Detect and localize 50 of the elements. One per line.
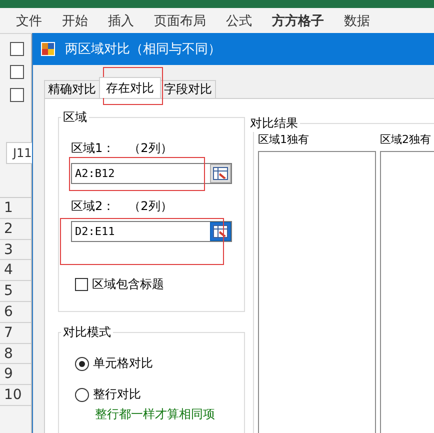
result-list[interactable] [258,151,376,433]
name-box[interactable]: J11 [6,142,34,164]
row-number: 4 [0,260,31,282]
radio-button[interactable] [75,356,89,370]
group-title: 对比模式 [62,324,112,341]
row-number: 10 [0,385,31,406]
range-picker-icon [213,225,228,238]
ribbon-tab[interactable]: 数据 [334,12,380,30]
radio-label: 整行对比 [93,386,141,403]
ribbon-tab[interactable]: 方方格子 [262,12,334,30]
range-picker-button[interactable] [210,222,231,241]
app-icon [41,42,55,56]
row-number: 8 [0,344,31,364]
row-number: 2 [0,218,31,240]
list-label: 区域1独有 [258,132,310,147]
tab[interactable]: 存在对比 [99,77,161,98]
checkbox[interactable] [10,65,24,79]
ribbon-tab[interactable]: 公式 [216,12,262,30]
group-title: 区域 [62,109,88,126]
checkbox[interactable] [10,42,24,56]
ribbon-tab[interactable]: 页面布局 [144,12,216,30]
column-count: （2列） [128,198,172,215]
group-title: 对比结果 [249,115,299,132]
radio-button[interactable] [75,388,89,402]
row-number: 7 [0,322,31,344]
tab[interactable]: 精确对比 [44,80,100,98]
range-picker-button[interactable] [210,164,231,183]
checkbox-label: 区域包含标题 [92,276,164,293]
tab[interactable]: 字段对比 [160,80,216,98]
ribbon-tab[interactable]: 文件 [6,12,52,30]
hint-text: 整行都一样才算相同项 [95,406,216,423]
row-number: 9 [0,364,31,386]
highlight-frame [103,67,163,105]
row-number: 1 [0,198,31,219]
column-count: （2列） [128,140,172,157]
checkbox[interactable] [10,88,24,102]
window-title: 两区域对比（相同与不同） [65,41,221,58]
row-number: 3 [0,240,31,260]
field-label: 区域1： [71,140,115,157]
list-label: 区域2独有 [380,132,432,147]
field-label: 区域2： [71,198,115,215]
radio-label: 单元格对比 [93,355,153,372]
ribbon-tab[interactable]: 开始 [52,12,98,30]
checkbox[interactable] [75,278,88,291]
range-field[interactable]: D2:E11 [71,221,232,242]
row-number: 5 [0,281,31,302]
range-field[interactable]: A2:B12 [71,163,232,184]
row-number: 6 [0,302,31,323]
range-picker-icon [213,167,228,180]
ribbon-tab[interactable]: 插入 [98,12,144,30]
